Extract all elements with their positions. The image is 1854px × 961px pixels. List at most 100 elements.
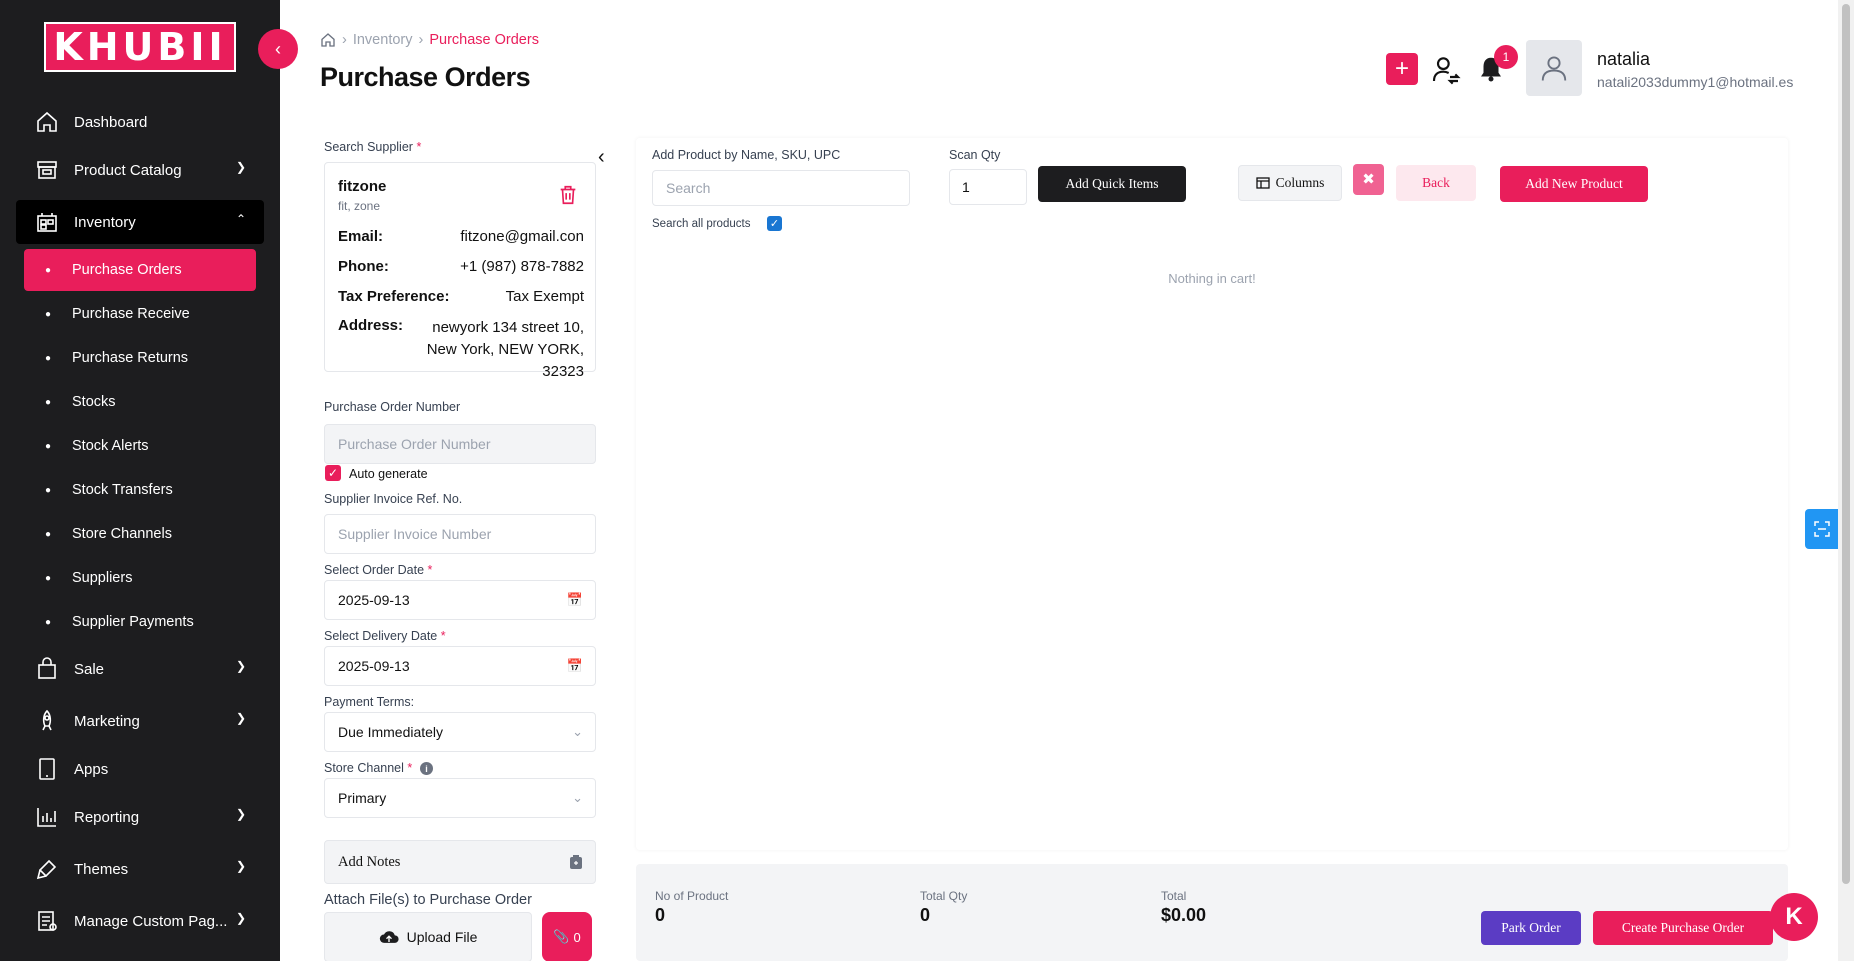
- panel-collapse-icon[interactable]: ‹: [598, 146, 605, 169]
- empty-cart-message: Nothing in cart!: [1168, 271, 1256, 286]
- breadcrumb: › Inventory › Purchase Orders: [320, 32, 539, 48]
- sidebar-item-label: Inventory: [74, 213, 136, 231]
- check-icon: ✓: [327, 466, 339, 480]
- supplier-tax-row: Tax Preference: Tax Exempt: [338, 288, 584, 305]
- calendar-icon: 📅: [566, 592, 583, 607]
- chevron-down-icon: ❯: [235, 859, 246, 873]
- no-of-product-value: 0: [655, 905, 666, 925]
- upload-file-label: Upload File: [406, 929, 478, 945]
- sidebar-sub-stocks[interactable]: ● Stocks: [24, 381, 256, 423]
- sub-item-label: Purchase Receive: [72, 306, 190, 322]
- attachments-count-button[interactable]: 📎 0: [542, 912, 592, 961]
- sidebar-sub-purchase-receive[interactable]: ● Purchase Receive: [24, 293, 256, 335]
- label-text: Select Delivery Date: [324, 629, 438, 643]
- brand-logo[interactable]: KHUBII: [44, 22, 236, 72]
- park-order-button[interactable]: Park Order: [1481, 911, 1581, 945]
- search-all-checkbox[interactable]: ✓: [767, 216, 782, 231]
- add-notes-label: Add Notes: [338, 853, 401, 870]
- quick-add-button[interactable]: +: [1386, 53, 1418, 85]
- sidebar-collapse-button[interactable]: ‹: [258, 29, 298, 69]
- sidebar-sub-purchase-orders[interactable]: ● Purchase Orders: [24, 249, 256, 291]
- sidebar-item-label: Themes: [74, 860, 129, 878]
- plus-icon: +: [1394, 55, 1409, 82]
- cloud-upload-icon: [379, 931, 399, 943]
- sub-item-label: Purchase Orders: [72, 262, 182, 278]
- user-icon: [1541, 56, 1567, 81]
- sidebar-sub-supplier-payments[interactable]: ● Supplier Payments: [24, 601, 256, 643]
- sidebar: KHUBII Dashboard Product Catalog ❯ Inven…: [0, 0, 280, 961]
- avatar[interactable]: [1526, 40, 1582, 96]
- label-text: Search Supplier: [324, 140, 413, 154]
- add-quick-items-button[interactable]: Add Quick Items: [1038, 166, 1186, 202]
- check-icon: ✓: [769, 218, 780, 230]
- order-date-label: Select Order Date *: [324, 563, 432, 577]
- add-new-product-button[interactable]: Add New Product: [1500, 166, 1648, 202]
- sidebar-item-manage-custom-pages[interactable]: Manage Custom Pag... ❯: [16, 899, 264, 943]
- bullet-icon: ●: [44, 616, 52, 628]
- breadcrumb-current: Purchase Orders: [429, 32, 539, 48]
- store-icon: [16, 158, 74, 182]
- sidebar-sub-purchase-returns[interactable]: ● Purchase Returns: [24, 337, 256, 379]
- sidebar-item-label: Sale: [74, 660, 105, 678]
- sidebar-item-label: Product Catalog: [74, 161, 182, 179]
- scrollbar-thumb[interactable]: [1842, 4, 1850, 884]
- tools-button[interactable]: ✖: [1353, 164, 1384, 195]
- po-number-input[interactable]: Purchase Order Number: [324, 424, 596, 464]
- payment-terms-value: Due Immediately: [338, 724, 444, 740]
- store-channel-label: Store Channel *: [324, 761, 412, 775]
- bullet-icon: ●: [44, 484, 52, 496]
- payment-terms-select[interactable]: Due Immediately ⌄: [324, 712, 596, 752]
- info-icon[interactable]: i: [420, 762, 433, 775]
- user-switch-icon[interactable]: [1430, 52, 1462, 86]
- columns-button[interactable]: Columns: [1238, 165, 1342, 201]
- trash-icon[interactable]: [557, 184, 579, 206]
- auto-generate-label: Auto generate: [349, 467, 428, 481]
- sidebar-item-product-catalog[interactable]: Product Catalog ❯: [16, 148, 264, 192]
- add-notes-field[interactable]: Add Notes: [324, 840, 596, 884]
- no-of-product-label: No of Product: [655, 889, 729, 903]
- chevron-down-icon: ❯: [235, 160, 246, 174]
- sidebar-sub-suppliers[interactable]: ● Suppliers: [24, 557, 256, 599]
- sidebar-item-inventory[interactable]: Inventory ⌃: [16, 200, 264, 244]
- auto-generate-checkbox[interactable]: ✓: [325, 465, 341, 481]
- chevron-down-icon: ⌄: [572, 724, 583, 739]
- supplier-tax: Tax Exempt: [505, 288, 584, 305]
- sidebar-sub-store-channels[interactable]: ● Store Channels: [24, 513, 256, 555]
- supplier-name: fitzone: [338, 178, 387, 195]
- required-mark: *: [427, 563, 433, 577]
- sub-item-label: Supplier Payments: [72, 614, 194, 630]
- store-channel-select[interactable]: Primary ⌄: [324, 778, 596, 818]
- sidebar-sub-stock-alerts[interactable]: ● Stock Alerts: [24, 425, 256, 467]
- home-icon[interactable]: [320, 32, 336, 48]
- sidebar-item-apps[interactable]: Apps: [16, 747, 264, 791]
- rocket-icon: [16, 709, 74, 733]
- delivery-date-input[interactable]: 2025-09-13 📅: [324, 646, 596, 686]
- order-date-input[interactable]: 2025-09-13 📅: [324, 580, 596, 620]
- page-scrollbar[interactable]: [1838, 0, 1854, 961]
- sidebar-item-sale[interactable]: Sale ❯: [16, 647, 264, 691]
- sub-item-label: Stock Alerts: [72, 438, 149, 454]
- inventory-icon: [16, 210, 74, 234]
- fullscreen-button[interactable]: [1805, 509, 1838, 549]
- sidebar-item-marketing[interactable]: Marketing ❯: [16, 699, 264, 743]
- attach-files-label: Attach File(s) to Purchase Order: [324, 892, 532, 908]
- invoice-input[interactable]: Supplier Invoice Number: [324, 514, 596, 554]
- scan-qty-input[interactable]: 1: [949, 169, 1027, 205]
- total-qty-value: 0: [920, 905, 931, 925]
- sidebar-sub-stock-transfers[interactable]: ● Stock Transfers: [24, 469, 256, 511]
- back-button[interactable]: Back: [1396, 165, 1476, 201]
- supplier-email-row: Email: fitzone@gmail.con: [338, 228, 584, 245]
- field-key: Address:: [338, 317, 404, 334]
- sidebar-item-themes[interactable]: Themes ❯: [16, 847, 264, 891]
- chat-launcher-button[interactable]: K: [1770, 893, 1818, 941]
- upload-file-button[interactable]: Upload File: [324, 912, 532, 961]
- home-icon: [16, 110, 74, 134]
- sidebar-item-reporting[interactable]: Reporting ❯: [16, 795, 264, 839]
- create-purchase-order-button[interactable]: Create Purchase Order: [1593, 911, 1773, 945]
- required-mark: *: [407, 761, 413, 775]
- product-search-input[interactable]: Search: [652, 170, 910, 206]
- sidebar-item-dashboard[interactable]: Dashboard: [16, 100, 264, 144]
- chevron-left-icon: ‹: [275, 38, 281, 59]
- breadcrumb-inventory[interactable]: Inventory: [353, 32, 413, 48]
- khubii-k-icon: K: [1785, 903, 1803, 930]
